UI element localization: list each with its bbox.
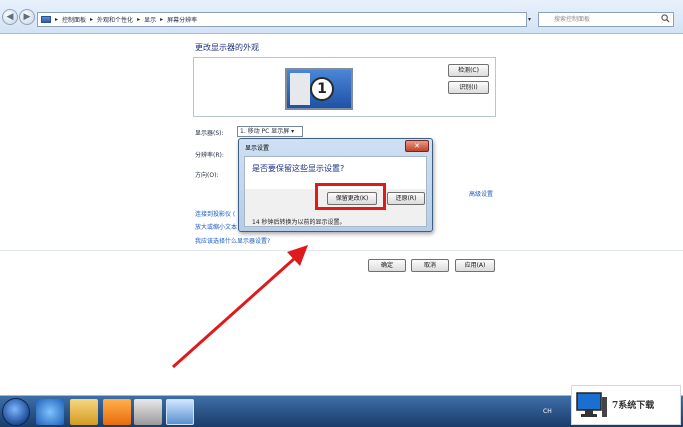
dialog-title: 显示设置	[245, 145, 270, 152]
monitor-icon	[41, 16, 51, 23]
ok-button[interactable]: 确定	[368, 259, 406, 272]
start-orb-icon[interactable]	[2, 398, 30, 426]
breadcrumb-item[interactable]: 外观和个性化	[97, 15, 133, 24]
identify-button[interactable]: 识别(I)	[448, 81, 489, 94]
forward-arrow-icon[interactable]: ▶	[19, 9, 35, 25]
connect-projector-link[interactable]: 连接到投影仪 (	[195, 209, 235, 218]
watermark-text: 7系统下载	[612, 401, 655, 411]
detect-button[interactable]: 检测(C)	[448, 64, 489, 77]
monitor-1-thumbnail[interactable]: 1	[285, 68, 353, 110]
close-icon[interactable]: ✕	[405, 140, 429, 152]
search-input[interactable]: 搜索控制面板	[538, 12, 674, 27]
orientation-label: 方向(O):	[195, 172, 219, 179]
breadcrumb-item[interactable]: 控制面板	[62, 15, 86, 24]
cancel-button[interactable]: 取消	[411, 259, 449, 272]
display-help-link[interactable]: 我应该选择什么显示器设置?	[195, 236, 270, 245]
media-player-icon[interactable]	[103, 399, 131, 425]
folder-icon[interactable]	[70, 399, 98, 425]
page-title: 更改显示器的外观	[195, 43, 259, 52]
user-app-icon[interactable]	[134, 399, 162, 425]
ie-icon[interactable]	[36, 399, 64, 425]
divider	[0, 250, 683, 251]
advanced-settings-link[interactable]: 高级设置	[469, 189, 493, 198]
display-label: 显示器(S):	[195, 130, 224, 137]
watermark-logo: 7系统下载	[571, 385, 681, 425]
breadcrumb-item[interactable]: 显示	[144, 15, 156, 24]
revert-button[interactable]: 还原(R)	[387, 192, 425, 205]
chevron-down-icon[interactable]: ▾	[528, 12, 537, 27]
breadcrumb-item[interactable]: 屏幕分辨率	[167, 15, 197, 24]
dialog-question: 是否要保留这些显示设置?	[252, 164, 345, 173]
breadcrumb[interactable]: ▸控制面板 ▸外观和个性化 ▸显示 ▸屏幕分辨率 ⟲	[37, 12, 562, 27]
back-arrow-icon[interactable]: ◀	[2, 9, 18, 25]
highlight-box	[315, 183, 386, 210]
apply-button[interactable]: 应用(A)	[455, 259, 495, 272]
display-window-icon[interactable]	[166, 399, 194, 425]
search-icon	[661, 14, 670, 23]
address-bar: ◀ ▶ ▸控制面板 ▸外观和个性化 ▸显示 ▸屏幕分辨率 ⟲ ▾ 搜索控制面板	[0, 0, 683, 34]
countdown-note: 14 秒钟后转换为以前的显示设置。	[252, 219, 346, 226]
resolution-label: 分辨率(R):	[195, 152, 224, 159]
monitor-number: 1	[310, 77, 334, 101]
computer-logo-icon	[576, 392, 607, 417]
language-indicator[interactable]: CH	[543, 408, 552, 415]
display-select[interactable]: 1. 移动 PC 显示屏 ▾	[237, 126, 303, 137]
text-size-link[interactable]: 放大或缩小文本	[195, 222, 237, 231]
